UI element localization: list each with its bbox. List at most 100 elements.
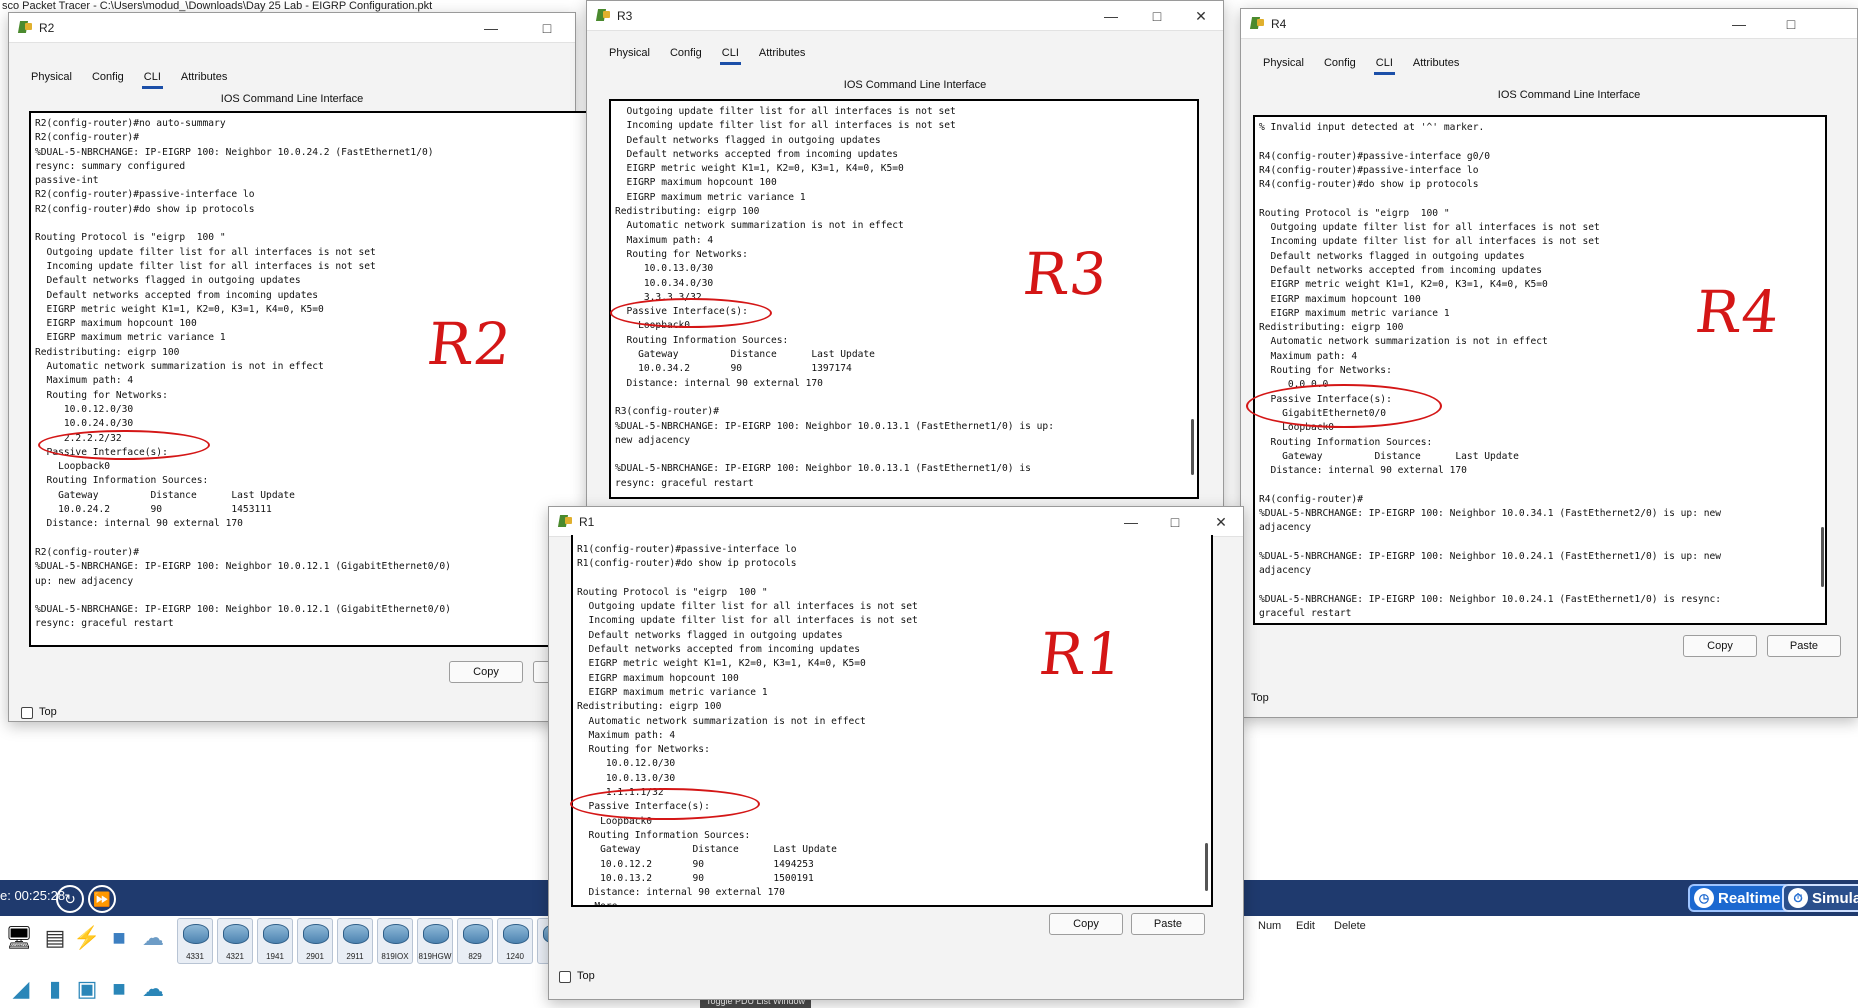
folder-icon[interactable]: ■ xyxy=(104,925,134,951)
minimize-icon[interactable]: — xyxy=(1091,5,1131,27)
device-model[interactable]: 4321 xyxy=(217,918,253,964)
r1-passive-highlight xyxy=(570,788,760,820)
r4-handwritten-label: R4 xyxy=(1692,278,1785,346)
tab-bar: Physical Config CLI Attributes xyxy=(599,41,815,67)
clock-icon: ◷ xyxy=(1694,888,1714,908)
copy-button[interactable]: Copy xyxy=(1049,913,1123,935)
paste-button[interactable]: Paste xyxy=(1767,635,1841,657)
titlebar: R3 — □ ✕ xyxy=(587,1,1223,31)
simulation-button[interactable]: ⏱Simulat xyxy=(1782,884,1858,912)
cloud-icon[interactable]: ☁ xyxy=(138,925,168,951)
top-label: Top xyxy=(577,970,595,982)
tab-physical[interactable]: Physical xyxy=(599,41,660,65)
device-model-label: 819HGW xyxy=(418,952,452,961)
realtime-label: Realtime xyxy=(1718,889,1781,907)
tab-attributes[interactable]: Attributes xyxy=(749,41,815,65)
fast-forward-icon[interactable]: ⏩ xyxy=(88,885,116,913)
pdu-col-num: Num xyxy=(1258,920,1282,932)
switch-category-icon[interactable]: ▤ xyxy=(40,925,70,951)
device-model[interactable]: 819IOX xyxy=(377,918,413,964)
minimize-icon[interactable]: — xyxy=(471,17,511,39)
phone-icon[interactable]: ■ xyxy=(104,976,134,1002)
r1-handwritten-label: R1 xyxy=(1036,620,1129,688)
cli-console[interactable]: R2(config-router)#no auto-summary R2(con… xyxy=(29,111,589,647)
router-icon xyxy=(183,924,209,944)
device-model[interactable]: 1240 xyxy=(497,918,533,964)
close-icon[interactable]: ✕ xyxy=(1201,511,1241,533)
router-icon xyxy=(223,924,249,944)
cloud-device-icon[interactable]: ☁ xyxy=(138,976,168,1002)
tab-attributes[interactable]: Attributes xyxy=(171,65,237,89)
router-icon xyxy=(423,924,449,944)
device-model[interactable]: 4331 xyxy=(177,918,213,964)
window-title: R2 xyxy=(39,21,55,35)
device-model[interactable]: 2901 xyxy=(297,918,333,964)
power-cycle-icon[interactable]: ↻ xyxy=(56,885,84,913)
simulation-label: Simulat xyxy=(1812,889,1858,907)
cli-console[interactable]: % Invalid input detected at '^' marker. … xyxy=(1253,115,1827,625)
server-icon[interactable]: ▮ xyxy=(40,976,70,1002)
top-label: Top xyxy=(1251,692,1269,704)
tab-physical[interactable]: Physical xyxy=(1253,51,1314,75)
window-title: R4 xyxy=(1271,17,1287,31)
end-devices-icon[interactable]: 🖥 xyxy=(4,925,34,951)
top-checkbox[interactable] xyxy=(21,707,33,719)
maximize-icon[interactable]: □ xyxy=(527,17,567,39)
tab-config[interactable]: Config xyxy=(82,65,134,89)
packet-tracer-icon xyxy=(557,515,573,529)
pdu-col-edit: Edit xyxy=(1296,920,1315,932)
r3-window: R3 — □ ✕ Physical Config CLI Attributes … xyxy=(586,0,1224,508)
maximize-icon[interactable]: □ xyxy=(1137,5,1177,27)
device-model[interactable]: 829 xyxy=(457,918,493,964)
r2-handwritten-label: R2 xyxy=(424,310,517,378)
tab-cli[interactable]: CLI xyxy=(712,41,749,65)
router-icon xyxy=(263,924,289,944)
scrollbar[interactable] xyxy=(1191,419,1194,475)
minimize-icon[interactable]: — xyxy=(1719,13,1759,35)
device-model[interactable]: 819HGW xyxy=(417,918,453,964)
device-model[interactable]: 1941 xyxy=(257,918,293,964)
r1-window: R1 — □ ✕ R1(config-router)#passive-inter… xyxy=(548,506,1244,1000)
tab-config[interactable]: Config xyxy=(1314,51,1366,75)
pdu-col-delete: Delete xyxy=(1334,920,1366,932)
device-model-label: 4331 xyxy=(186,952,204,961)
device-model-label: 819IOX xyxy=(381,952,409,961)
wireless-icon[interactable]: ◢ xyxy=(6,976,36,1002)
copy-button[interactable]: Copy xyxy=(449,661,523,683)
cli-console[interactable]: R1(config-router)#passive-interface lo R… xyxy=(571,535,1213,907)
device-model-label: 2901 xyxy=(306,952,324,961)
device-model[interactable]: 2911 xyxy=(337,918,373,964)
device-model-label: 2911 xyxy=(346,952,364,961)
maximize-icon[interactable]: □ xyxy=(1155,511,1195,533)
scrollbar[interactable] xyxy=(1821,527,1824,587)
titlebar: R4 — □ xyxy=(1241,9,1857,39)
radio-icon[interactable]: ▣ xyxy=(72,976,102,1002)
close-icon[interactable]: ✕ xyxy=(1181,5,1221,27)
connections-icon[interactable]: ⚡ xyxy=(72,925,102,951)
tab-cli[interactable]: CLI xyxy=(1366,51,1403,75)
router-icon xyxy=(343,924,369,944)
window-title: R1 xyxy=(579,515,595,529)
top-label: Top xyxy=(39,706,57,718)
r4-passive-highlight xyxy=(1246,384,1442,428)
maximize-icon[interactable]: □ xyxy=(1771,13,1811,35)
packet-tracer-icon xyxy=(1249,17,1265,31)
top-checkbox[interactable] xyxy=(559,971,571,983)
tab-bar: Physical Config CLI Attributes xyxy=(1253,51,1469,77)
minimize-icon[interactable]: — xyxy=(1111,511,1151,533)
device-model-label: 1240 xyxy=(506,952,524,961)
tab-config[interactable]: Config xyxy=(660,41,712,65)
scrollbar[interactable] xyxy=(1205,843,1208,891)
copy-button[interactable]: Copy xyxy=(1683,635,1757,657)
ios-label: IOS Command Line Interface xyxy=(220,93,364,105)
device-model-label: 1941 xyxy=(266,952,284,961)
router-icon xyxy=(303,924,329,944)
tab-attributes[interactable]: Attributes xyxy=(1403,51,1469,75)
packet-tracer-icon xyxy=(595,9,611,23)
paste-button[interactable]: Paste xyxy=(1131,913,1205,935)
console-output: R1(config-router)#passive-interface lo R… xyxy=(577,544,918,907)
tab-physical[interactable]: Physical xyxy=(21,65,82,89)
realtime-button[interactable]: ◷ Realtime xyxy=(1688,884,1791,912)
tab-cli[interactable]: CLI xyxy=(134,65,171,89)
device-model-label: 829 xyxy=(468,952,482,961)
